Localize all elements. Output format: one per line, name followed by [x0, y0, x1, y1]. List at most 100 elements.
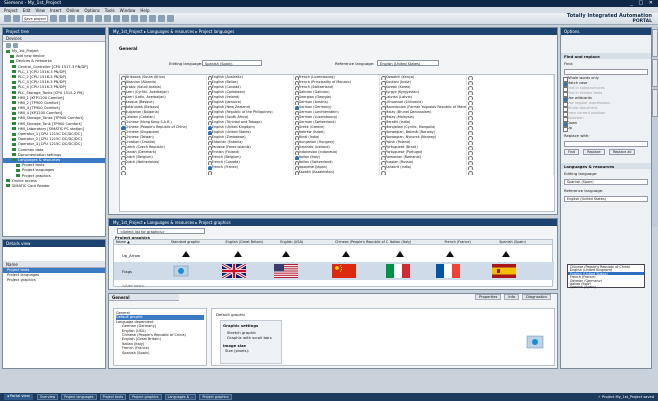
tree-item-label: HMI_4 [KP1200 Comfort] [18, 111, 63, 116]
stop-cpu-icon[interactable] [166, 15, 174, 22]
tree-sort-icon[interactable] [13, 43, 18, 48]
spain-flag-icon [492, 264, 516, 278]
inspector-body: Default graphic Graphic settings Stretch… [211, 308, 555, 366]
go-offline-icon[interactable] [139, 15, 147, 22]
replace-input[interactable] [564, 141, 648, 147]
tree-view-icon[interactable] [6, 43, 11, 48]
image-size-title: Image size [223, 343, 246, 348]
open-editor-tab[interactable]: Languages & ... [164, 394, 197, 400]
delete-icon[interactable] [85, 15, 93, 22]
reference-language-select[interactable]: English (United States) [377, 60, 439, 66]
italy-flag-icon [386, 264, 410, 278]
devices-tab[interactable]: Devices [3, 35, 105, 42]
tree-item-label: Add new device [16, 54, 45, 59]
graphics-filter-select[interactable]: <Select list for graphics> [117, 228, 205, 234]
tree-item-label: SIMATIC Card Reader [12, 183, 50, 188]
table-row[interactable]: Flags [114, 262, 554, 280]
details-row[interactable]: Project graphics [3, 278, 105, 283]
open-editor-tab[interactable]: Overview [36, 394, 59, 400]
instructions-side-tab[interactable] [652, 89, 658, 117]
inspector-nav-item[interactable]: Spanish (Spain) [116, 351, 204, 355]
open-editor-tab[interactable]: Project graphics [199, 394, 232, 400]
reference-language-dropdown-list[interactable]: Chinese (People's Republic of China) Engl… [567, 264, 645, 289]
add-new-row[interactable]: <Add new> [122, 283, 145, 288]
window-title: Siemens - My_1st_Project [4, 1, 62, 6]
device-icon [12, 116, 16, 120]
tree-item-label: HMI_Storage_Tank [TP900 Comfort] [18, 121, 82, 126]
device-icon [12, 65, 16, 69]
open-editor-tab[interactable]: Project languages [61, 394, 97, 400]
column-header[interactable]: Chinese (People's Republic of China) [333, 240, 388, 244]
column-header[interactable]: Name ▲ [114, 240, 169, 244]
editing-language-select[interactable]: Spanish (Spain) [202, 60, 262, 66]
dropdown-option[interactable]: Spanish (Spain) [568, 285, 644, 288]
column-header[interactable]: Spanish (Spain) [497, 240, 552, 244]
reference-language-select-right[interactable]: English (United States) [564, 196, 648, 202]
up-radio[interactable]: Up [561, 126, 651, 132]
table-row[interactable]: Up_Arrow [114, 247, 554, 261]
device-icon [12, 75, 16, 79]
device-icon [10, 54, 14, 58]
device-icon [16, 168, 20, 172]
device-icon [12, 91, 16, 94]
window-controls[interactable]: _ □ ✕ [630, 0, 655, 6]
language-checkbox[interactable] [380, 170, 468, 175]
tree-item-label: Central_Controller [CPU 1517-3 PN/DP] [18, 64, 88, 69]
tree-item-label: Devices & networks [16, 59, 52, 64]
inspector-tab-diagnostics[interactable]: Diagnostics [522, 294, 551, 300]
replace-button[interactable]: Replace [583, 149, 605, 155]
tree-items: My_1st_Project Add new device Devices & ne… [3, 49, 105, 189]
redo-icon[interactable] [103, 15, 111, 22]
download-icon[interactable] [121, 15, 129, 22]
cut-icon[interactable] [58, 15, 66, 22]
up-arrow-graphic [282, 251, 290, 257]
print-icon[interactable] [49, 15, 57, 22]
tree-item-label: PLC_1 [CPU 1516-3 PN/DP] [18, 69, 67, 74]
editing-language-select-right[interactable]: Spanish (Spain) [564, 179, 648, 185]
standard-graphic-icon [173, 265, 189, 277]
go-online-icon[interactable] [130, 15, 138, 22]
project-languages-editor: My_1st_Project ▸ Languages & resources ▸… [108, 27, 558, 215]
inspector-tab-info[interactable]: Info [504, 294, 520, 300]
libraries-side-tab[interactable] [652, 59, 658, 87]
open-project-icon[interactable] [13, 15, 20, 22]
copy-icon[interactable] [67, 15, 75, 22]
language-checkbox[interactable] [467, 170, 554, 175]
open-editor-tab[interactable]: Project texts [99, 394, 127, 400]
column-header[interactable]: Standard graphic [169, 240, 224, 244]
find-input[interactable] [564, 69, 648, 75]
save-project-button[interactable]: Save project [22, 15, 48, 22]
accessible-devices-icon[interactable] [148, 15, 156, 22]
column-header[interactable]: English (USA) [278, 240, 333, 244]
graphics-table-header: Name ▲ Standard graphic English (Great Bri… [114, 240, 552, 245]
uk-flag-icon [222, 264, 246, 278]
inspector-nav: General Default graphic Language-dependent… [113, 308, 207, 366]
tasks-side-tab[interactable] [652, 29, 658, 57]
new-project-icon[interactable] [4, 15, 11, 22]
language-checkbox[interactable] [120, 170, 207, 175]
inspector-tab-properties[interactable]: Properties [475, 294, 502, 300]
column-header[interactable]: English (Great Britain) [224, 240, 279, 244]
device-icon [12, 132, 16, 136]
language-checkbox[interactable]: Kazakh (Kazakhstan) [294, 170, 381, 175]
tree-item[interactable]: SIMATIC Card Reader [3, 184, 105, 189]
tree-toolbar [3, 42, 105, 49]
open-editor-tab[interactable]: Project graphics [129, 394, 162, 400]
column-header[interactable]: Italian (Italy) [388, 240, 443, 244]
compile-icon[interactable] [112, 15, 120, 22]
find-button[interactable]: Find [564, 149, 579, 155]
undo-icon[interactable] [94, 15, 102, 22]
france-flag-icon [436, 264, 460, 278]
device-icon [12, 142, 16, 146]
portal-view-button[interactable]: ◂ Portal view [4, 394, 33, 400]
inspector-general-tab[interactable]: General [109, 294, 179, 301]
column-header[interactable]: French (France) [443, 240, 498, 244]
language-checkbox[interactable] [207, 170, 294, 175]
paste-icon[interactable] [76, 15, 84, 22]
replace-all-button[interactable]: Replace all [608, 149, 636, 155]
find-label: Find: [564, 61, 574, 66]
details-name-header[interactable]: Name [3, 261, 105, 268]
tree-item-label: HMI_Laboratory [SIMATIC PC station] [18, 126, 84, 131]
start-cpu-icon[interactable] [157, 15, 165, 22]
device-icon [12, 85, 16, 89]
